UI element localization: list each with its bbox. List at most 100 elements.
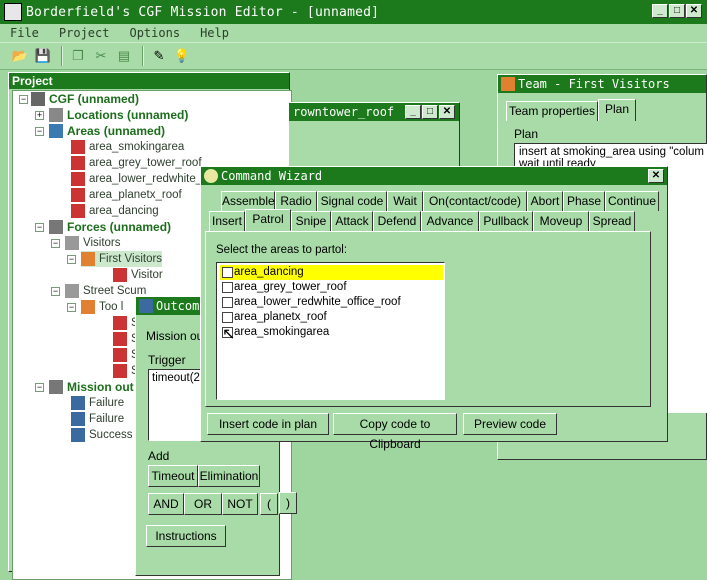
save-disk-icon[interactable]: 💾 [33, 46, 53, 66]
mouse-cursor-icon: ↖ [222, 326, 236, 343]
area-list-item[interactable]: area_planetx_roof [220, 310, 443, 325]
tree-collapse-toggle[interactable]: − [67, 255, 76, 264]
tree-collapse-toggle[interactable]: − [19, 95, 28, 104]
tree-node-outcome[interactable]: Failure [71, 411, 124, 427]
outcome-icon [49, 380, 63, 394]
area-list-item[interactable]: area_grey_tower_roof [220, 280, 443, 295]
paste-icon[interactable]: ▤ [114, 46, 134, 66]
area-minimize-button[interactable]: _ [405, 105, 421, 119]
tree-node-forces[interactable]: Forces (unnamed) [49, 219, 171, 235]
close-button[interactable]: ✕ [686, 4, 702, 18]
tree-node-areas[interactable]: Areas (unnamed) [49, 123, 165, 139]
minimize-button[interactable]: _ [652, 4, 668, 18]
right-paren-button[interactable]: ) [279, 492, 297, 514]
tab-moveup[interactable]: Moveup [533, 211, 589, 231]
outcome-item-icon [71, 412, 85, 426]
tree-node-too[interactable]: Too l [81, 299, 123, 315]
insert-code-button[interactable]: Insert code in plan [207, 413, 329, 435]
wizard-icon[interactable]: ✎ [149, 46, 169, 66]
tab-patrol[interactable]: Patrol [245, 209, 291, 231]
tab-wait[interactable]: Wait [387, 191, 423, 211]
tab-pullback[interactable]: Pullback [479, 211, 533, 231]
wizard-title: Command Wizard [201, 167, 667, 185]
elimination-button[interactable]: Elimination [198, 465, 260, 487]
tab-plan[interactable]: Plan [598, 99, 636, 121]
tree-node-first-visitors[interactable]: First Visitors [81, 251, 163, 267]
wizard-close-button[interactable]: ✕ [648, 169, 664, 183]
menu-help[interactable]: Help [200, 26, 229, 40]
open-folder-icon[interactable]: 📂 [10, 46, 30, 66]
tree-node-locations[interactable]: Locations (unnamed) [49, 107, 188, 123]
tab-snipe[interactable]: Snipe [291, 211, 331, 231]
not-button[interactable]: NOT [222, 493, 258, 515]
area-checkbox[interactable] [222, 267, 233, 278]
tab-attack[interactable]: Attack [331, 211, 373, 231]
tab-signal-code[interactable]: Signal code [317, 191, 387, 211]
wizard-icon [204, 169, 218, 183]
menu-bar: File Project Options Help [0, 24, 707, 42]
tree-node-visitors[interactable]: Visitors [65, 235, 121, 251]
bulb-icon[interactable]: 💡 [172, 46, 192, 66]
tab-team-properties[interactable]: Team properties [506, 101, 598, 121]
tree-collapse-toggle[interactable]: − [35, 223, 44, 232]
area-list-item[interactable]: area_dancing [220, 265, 443, 280]
preview-code-button[interactable]: Preview code [463, 413, 557, 435]
outcome-item-icon [71, 396, 85, 410]
area-close-button[interactable]: ✕ [439, 105, 455, 119]
tree-node-area[interactable]: area_dancing [71, 203, 159, 219]
area-checkbox[interactable] [222, 282, 233, 293]
tab-defend[interactable]: Defend [373, 211, 421, 231]
tree-collapse-toggle[interactable]: − [35, 383, 44, 392]
tree-node-visitor[interactable]: Visitor [113, 267, 163, 283]
tree-node-area[interactable]: area_lower_redwhite_o [71, 171, 209, 187]
patrol-tab-page: Select the areas to partol: area_dancing… [205, 231, 651, 407]
cut-icon[interactable]: ✂ [91, 46, 111, 66]
tab-insert[interactable]: Insert [209, 211, 245, 231]
copy-clipboard-button[interactable]: Copy code to Clipboard [333, 413, 457, 451]
menu-options[interactable]: Options [129, 26, 180, 40]
tab-abort[interactable]: Abort [527, 191, 563, 211]
area-icon [71, 172, 85, 186]
tab-spread[interactable]: Spread [589, 211, 635, 231]
tree-node-area[interactable]: area_planetx_roof [71, 187, 182, 203]
team-window-title: Team - First Visitors [498, 75, 706, 93]
tab-phase[interactable]: Phase [563, 191, 605, 211]
tree-expand-toggle[interactable]: + [35, 111, 44, 120]
menu-project[interactable]: Project [59, 26, 110, 40]
area-window: rowntower_roof _ □ ✕ [288, 102, 460, 172]
tab-assemble[interactable]: Assemble [221, 191, 275, 211]
team-icon [81, 300, 95, 314]
app-icon[interactable] [4, 3, 22, 21]
timeout-button[interactable]: Timeout [148, 465, 198, 487]
and-button[interactable]: AND [148, 493, 184, 515]
tree-node-area[interactable]: area_smokingarea [71, 139, 184, 155]
tree-collapse-toggle[interactable]: − [51, 287, 60, 296]
tree-node-cgf[interactable]: CGF (unnamed) [31, 91, 139, 107]
area-checkbox[interactable] [222, 312, 233, 323]
instructions-button[interactable]: Instructions [146, 525, 226, 547]
tree-node-mission-outcomes[interactable]: Mission out [49, 379, 134, 395]
area-list-item[interactable]: area_smokingarea [220, 325, 443, 340]
tab-advance[interactable]: Advance [421, 211, 479, 231]
areas-listbox[interactable]: area_dancing area_grey_tower_roof area_l… [216, 262, 445, 400]
area-checkbox[interactable] [222, 297, 233, 308]
group-icon [65, 236, 79, 250]
menu-file[interactable]: File [10, 26, 39, 40]
tree-collapse-toggle[interactable]: − [67, 303, 76, 312]
tree-node-outcome[interactable]: Failure [71, 395, 124, 411]
area-icon [71, 204, 85, 218]
tree-node-outcome[interactable]: Success [71, 427, 132, 443]
tab-radio[interactable]: Radio [275, 191, 317, 211]
copy-icon[interactable]: ❐ [68, 46, 88, 66]
tab-continue[interactable]: Continue [605, 191, 659, 211]
tab-on-contact[interactable]: On(contact/code) [423, 191, 527, 211]
area-list-item[interactable]: area_lower_redwhite_office_roof [220, 295, 443, 310]
tree-node-area[interactable]: area_grey_tower_roof [71, 155, 202, 171]
maximize-button[interactable]: □ [669, 4, 685, 18]
tree-collapse-toggle[interactable]: − [35, 127, 44, 136]
or-button[interactable]: OR [184, 493, 222, 515]
left-paren-button[interactable]: ( [260, 493, 278, 515]
area-icon [71, 156, 85, 170]
area-maximize-button[interactable]: □ [422, 105, 438, 119]
tree-collapse-toggle[interactable]: − [51, 239, 60, 248]
